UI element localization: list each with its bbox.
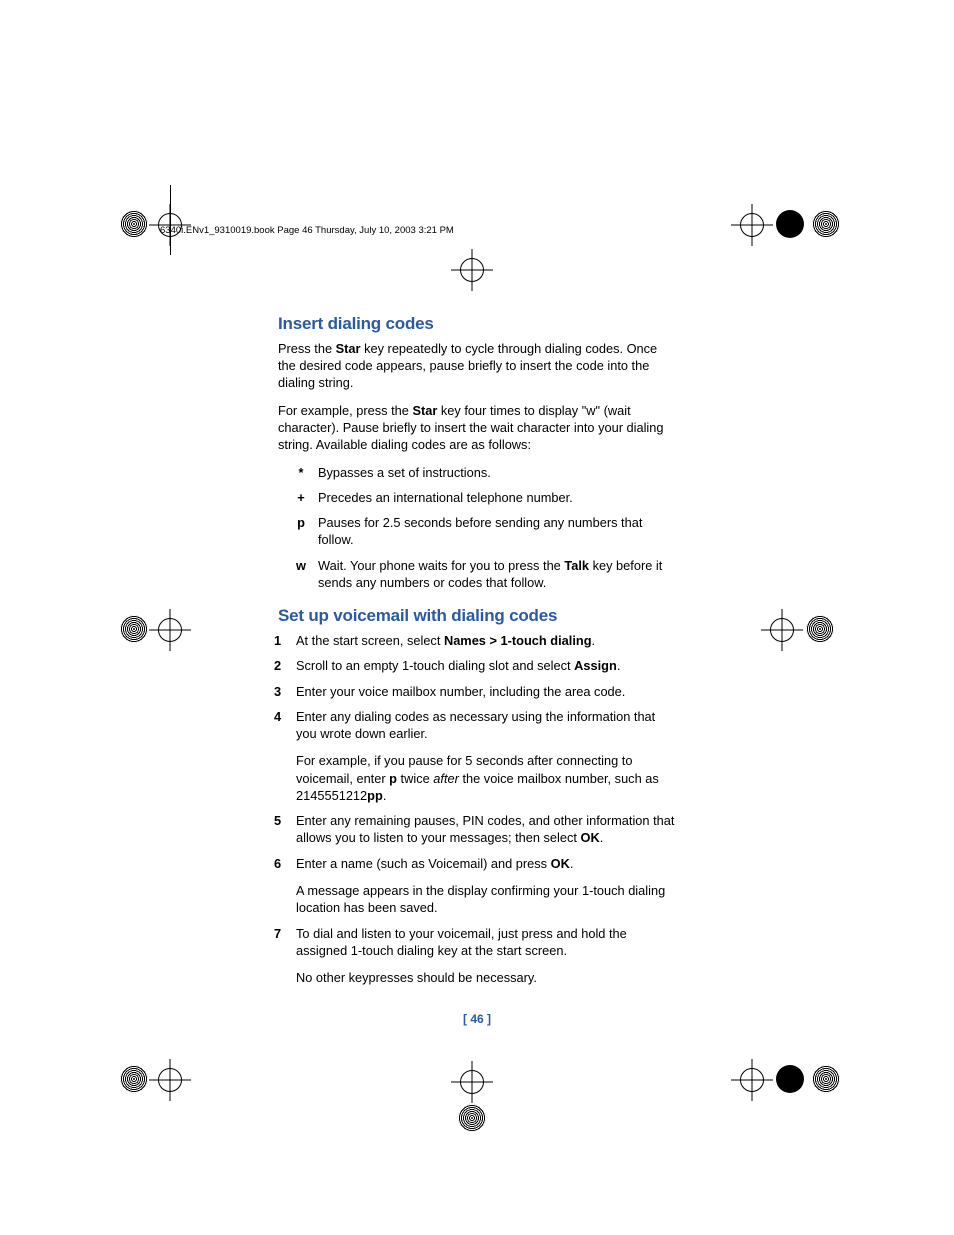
- text-run: twice: [397, 771, 433, 786]
- text-run: To dial and listen to your voicemail, ju…: [296, 926, 627, 958]
- step-body: Enter a name (such as Voicemail) and pre…: [296, 855, 678, 917]
- list-item: 1At the start screen, select Names > 1-t…: [278, 632, 678, 649]
- text-run-bold: OK: [581, 830, 600, 845]
- crop-mark-bottom-left: [120, 1050, 190, 1120]
- step-number: 4: [274, 708, 296, 804]
- paragraph: Enter any remaining pauses, PIN codes, a…: [296, 812, 678, 847]
- text-run: Press the: [278, 341, 336, 356]
- paragraph: Enter any dialing codes as necessary usi…: [296, 708, 678, 743]
- step-number: 6: [274, 855, 296, 917]
- code-description: Bypasses a set of instructions.: [318, 464, 678, 481]
- code-description: Precedes an international telephone numb…: [318, 489, 678, 506]
- text-run: A message appears in the display confirm…: [296, 883, 665, 915]
- code-symbol: w: [288, 557, 314, 592]
- step-body: At the start screen, select Names > 1-to…: [296, 632, 678, 649]
- text-run-bold: Star: [336, 341, 361, 356]
- code-description: Wait. Your phone waits for you to press …: [318, 557, 678, 592]
- step-body: Enter your voice mailbox number, includi…: [296, 683, 678, 700]
- list-item: 2Scroll to an empty 1-touch dialing slot…: [278, 657, 678, 674]
- step-number: 1: [274, 632, 296, 649]
- document-page: 6340i.ENv1_9310019.book Page 46 Thursday…: [0, 0, 954, 1235]
- step-number: 3: [274, 683, 296, 700]
- paragraph: No other keypresses should be necessary.: [296, 969, 678, 986]
- page-content: Insert dialing codes Press the Star key …: [278, 313, 678, 1000]
- list-item: 3Enter your voice mailbox number, includ…: [278, 683, 678, 700]
- step-body: Enter any remaining pauses, PIN codes, a…: [296, 812, 678, 847]
- text-run: Wait. Your phone waits for you to press …: [318, 558, 564, 573]
- print-header: 6340i.ENv1_9310019.book Page 46 Thursday…: [160, 225, 454, 236]
- dialing-codes-list: * Bypasses a set of instructions. + Prec…: [278, 464, 678, 592]
- paragraph: To dial and listen to your voicemail, ju…: [296, 925, 678, 960]
- step-body: Scroll to an empty 1-touch dialing slot …: [296, 657, 678, 674]
- step-body: Enter any dialing codes as necessary usi…: [296, 708, 678, 804]
- code-symbol: p: [288, 514, 314, 549]
- list-item: 6Enter a name (such as Voicemail) and pr…: [278, 855, 678, 917]
- list-item: 5Enter any remaining pauses, PIN codes, …: [278, 812, 678, 847]
- text-run-bold: Assign: [574, 658, 617, 673]
- crop-mark-bottom-center: [440, 1060, 510, 1130]
- text-run: No other keypresses should be necessary.: [296, 970, 537, 985]
- steps-list: 1At the start screen, select Names > 1-t…: [278, 632, 678, 986]
- heading-set-up-voicemail: Set up voicemail with dialing codes: [278, 605, 678, 628]
- text-run: .: [383, 788, 387, 803]
- paragraph: At the start screen, select Names > 1-to…: [296, 632, 678, 649]
- text-run: Enter a name (such as Voicemail) and pre…: [296, 856, 551, 871]
- paragraph: Enter a name (such as Voicemail) and pre…: [296, 855, 678, 872]
- text-run: Scroll to an empty 1-touch dialing slot …: [296, 658, 574, 673]
- list-item: * Bypasses a set of instructions.: [278, 464, 678, 481]
- text-run-bold: Talk: [564, 558, 589, 573]
- step-number: 5: [274, 812, 296, 847]
- step-number: 7: [274, 925, 296, 987]
- code-symbol: +: [288, 489, 314, 506]
- list-item: p Pauses for 2.5 seconds before sending …: [278, 514, 678, 549]
- step-body: To dial and listen to your voicemail, ju…: [296, 925, 678, 987]
- text-run: .: [617, 658, 621, 673]
- paragraph: For example, press the Star key four tim…: [278, 402, 678, 454]
- code-description: Pauses for 2.5 seconds before sending an…: [318, 514, 678, 549]
- heading-insert-dialing-codes: Insert dialing codes: [278, 313, 678, 336]
- list-item: 7To dial and listen to your voicemail, j…: [278, 925, 678, 987]
- crop-mark-bottom-right: [740, 1050, 810, 1120]
- paragraph: Scroll to an empty 1-touch dialing slot …: [296, 657, 678, 674]
- paragraph: Press the Star key repeatedly to cycle t…: [278, 340, 678, 392]
- text-run-bold: Names > 1-touch dialing: [444, 633, 592, 648]
- paragraph: For example, if you pause for 5 seconds …: [296, 752, 678, 804]
- text-run-bold: OK: [551, 856, 570, 871]
- text-run: .: [600, 830, 604, 845]
- text-run-bold: Star: [412, 403, 437, 418]
- crop-mark-mid-left: [120, 600, 190, 670]
- code-symbol: *: [288, 464, 314, 481]
- crop-mark-top-right: [740, 195, 810, 265]
- paragraph: A message appears in the display confirm…: [296, 882, 678, 917]
- crop-mark-mid-right: [770, 600, 840, 670]
- text-run: .: [592, 633, 596, 648]
- step-number: 2: [274, 657, 296, 674]
- text-run-bold: p: [389, 771, 397, 786]
- text-run: Enter any remaining pauses, PIN codes, a…: [296, 813, 674, 845]
- text-run: Enter your voice mailbox number, includi…: [296, 684, 625, 699]
- list-item: 4Enter any dialing codes as necessary us…: [278, 708, 678, 804]
- text-run: .: [570, 856, 574, 871]
- text-run: For example, press the: [278, 403, 412, 418]
- text-run-italic: after: [433, 771, 459, 786]
- list-item: w Wait. Your phone waits for you to pres…: [278, 557, 678, 592]
- page-number: [ 46 ]: [0, 1012, 954, 1026]
- text-run: Enter any dialing codes as necessary usi…: [296, 709, 655, 741]
- paragraph: Enter your voice mailbox number, includi…: [296, 683, 678, 700]
- list-item: + Precedes an international telephone nu…: [278, 489, 678, 506]
- text-run-bold: pp: [367, 788, 383, 803]
- text-run: At the start screen, select: [296, 633, 444, 648]
